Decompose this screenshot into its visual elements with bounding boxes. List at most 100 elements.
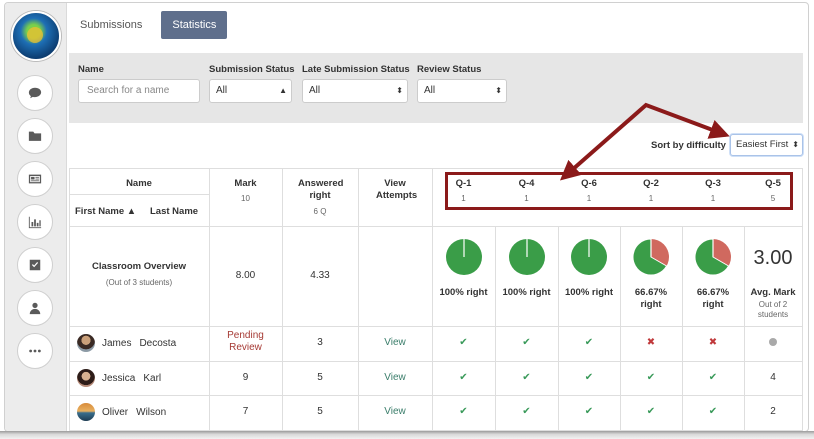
overview-answered: 4.33 (310, 270, 330, 281)
select-caret-icon: ⬍ (495, 86, 502, 95)
answered-header: Answered right 6 Q (282, 178, 358, 218)
app-window: Submissions Statistics Name Search for a… (4, 2, 809, 432)
chat-icon[interactable] (17, 75, 53, 111)
question-header-highlight (445, 172, 793, 210)
more-icon[interactable] (17, 333, 53, 369)
sort-value: Easiest First (736, 139, 789, 150)
question-pct-right-label: 100% right (564, 287, 614, 298)
view-tabs: Submissions Statistics (69, 11, 228, 39)
student-name-cell: Oliver Wilson (77, 403, 207, 421)
student-answered-right: 5 (317, 406, 323, 417)
question-pie-chart (694, 238, 731, 276)
select-caret-icon: ⬍ (396, 86, 403, 95)
student-first-name: Oliver (102, 406, 129, 418)
student-avatar (77, 334, 95, 352)
student-avatar (77, 403, 95, 421)
check-icon: ✔ (584, 372, 594, 383)
answered-header-label: Answered right (298, 178, 344, 201)
filter-panel: Name Search for a name Submission Status… (69, 53, 803, 123)
view-attempts-link[interactable]: View (358, 337, 432, 348)
student-avatar (77, 369, 95, 387)
check-icon: ✔ (646, 372, 656, 383)
tab-submissions[interactable]: Submissions (69, 11, 153, 39)
newspaper-icon[interactable] (17, 161, 53, 197)
classroom-overview-subtitle: (Out of 3 students) (105, 278, 173, 287)
student-answered-right: 3 (317, 337, 323, 348)
sort-difficulty-select[interactable]: Easiest First ⬍ (730, 134, 803, 156)
view-attempts-link[interactable]: View (358, 372, 432, 383)
question-pie-chart (445, 239, 482, 275)
student-last-name: Decosta (139, 337, 177, 349)
student-mark: 9 (242, 372, 249, 383)
mark-max: 10 (241, 194, 250, 203)
view-attempts-header: View Attempts (376, 178, 418, 201)
check-icon: ✔ (522, 406, 531, 417)
check-icon: ✔ (522, 372, 531, 383)
folder-icon[interactable] (17, 118, 53, 154)
cross-icon: ✖ (708, 337, 718, 348)
submission-status-select[interactable]: All ▲ (209, 79, 292, 103)
classroom-overview-title: Classroom Overview (92, 261, 186, 272)
check-icon: ✔ (459, 372, 468, 383)
avg-mark-value: 3.00 (753, 247, 793, 269)
grey-dot-icon (769, 338, 777, 346)
student-answered-right: 5 (317, 372, 323, 383)
student-last-name: Wilson (136, 406, 167, 418)
question-pct-right-label: 66.67% right (696, 287, 730, 310)
select-caret-icon: ⬍ (792, 140, 799, 149)
answered-question-count: 6 Q (313, 207, 327, 216)
question-pct-right-label: 66.67% right (634, 287, 668, 310)
check-icon: ✔ (646, 406, 656, 417)
check-icon: ✔ (459, 337, 468, 348)
submission-status-value: All (216, 85, 228, 96)
student-first-name: James (102, 337, 132, 349)
check-icon: ✔ (584, 337, 594, 348)
student-mark: 7 (242, 406, 249, 417)
review-status-select[interactable]: All ⬍ (417, 79, 507, 103)
pending-dot-icon (744, 338, 802, 349)
review-status-label: Review Status (417, 64, 482, 75)
question-pie-chart (508, 239, 545, 275)
question-pie-chart (571, 239, 607, 275)
student-q5-mark: 2 (770, 406, 776, 417)
question-pct-right-label: 100% right (502, 287, 551, 298)
name-filter-label: Name (78, 64, 104, 75)
late-status-value: All (309, 85, 321, 96)
review-status-value: All (424, 85, 436, 96)
student-last-name: Karl (143, 372, 162, 384)
submission-status-label: Submission Status (209, 64, 295, 75)
sidebar (5, 3, 67, 431)
window-shadow (0, 431, 814, 439)
name-search-input[interactable]: Search for a name (78, 79, 200, 103)
check-icon: ✔ (459, 406, 468, 417)
cross-icon: ✖ (646, 337, 656, 348)
check-icon: ✔ (522, 337, 531, 348)
student-name-cell: Jessica Karl (77, 369, 207, 387)
avg-mark-sub: Out of 2 (758, 300, 788, 309)
check-icon: ✔ (584, 406, 594, 417)
mark-header: Mark 10 (209, 178, 282, 203)
last-name-sort-header[interactable]: Last Name (150, 206, 198, 217)
tab-statistics[interactable]: Statistics (161, 11, 228, 39)
question-pct-right-label: 100% right (439, 287, 488, 298)
student-mark[interactable]: Pending Review (209, 330, 282, 354)
student-first-name: Jessica (102, 372, 136, 384)
overview-mark: 8.00 (235, 270, 256, 281)
late-status-label: Late Submission Status (302, 64, 410, 75)
profile-avatar[interactable] (11, 11, 61, 61)
user-icon[interactable] (17, 290, 53, 326)
avg-mark-sub: students (757, 310, 789, 319)
late-status-select[interactable]: All ⬍ (302, 79, 408, 103)
student-q5-mark: 4 (770, 372, 776, 383)
sort-label: Sort by difficulty (651, 140, 726, 151)
view-attempts-link[interactable]: View (358, 406, 432, 417)
avg-mark-label: Avg. Mark (750, 287, 796, 298)
question-pie-chart (632, 238, 669, 276)
first-name-sort-header[interactable]: First Name ▲ (75, 206, 136, 217)
checkbox-icon[interactable] (17, 247, 53, 283)
student-name-cell: James Decosta (77, 334, 207, 352)
check-icon: ✔ (708, 372, 718, 383)
name-header: Name (126, 178, 152, 189)
bar-chart-icon[interactable] (17, 204, 53, 240)
check-icon: ✔ (708, 406, 718, 417)
